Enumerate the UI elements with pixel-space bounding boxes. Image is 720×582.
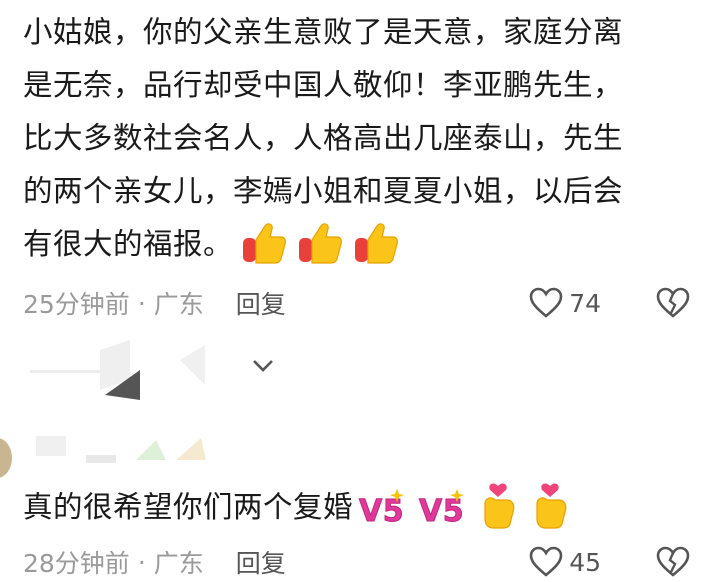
- timestamp: 28分钟前: [23, 549, 130, 578]
- emoji-group: V5 V5: [357, 482, 571, 535]
- separator-dot: ·: [137, 288, 146, 318]
- like-count: 45: [569, 547, 601, 577]
- heart-icon: [529, 546, 563, 577]
- thumbs-up-icon: [298, 222, 342, 264]
- chevron-down-icon[interactable]: [250, 356, 276, 376]
- location: 广东: [153, 290, 204, 319]
- reply-button[interactable]: 回复: [236, 544, 286, 580]
- separator-dot: ·: [137, 547, 146, 577]
- broken-heart-icon[interactable]: [656, 546, 690, 578]
- avatar[interactable]: [0, 438, 12, 478]
- comment-line-text: 有很大的福报。: [23, 227, 234, 261]
- like-button[interactable]: 74: [529, 287, 601, 319]
- comment-line: 比大多数社会名人，人格高出几座泰山，先生: [23, 121, 624, 155]
- comment-meta: 28分钟前 · 广东 回复 45: [23, 542, 706, 582]
- broken-heart-icon[interactable]: [656, 287, 690, 319]
- like-count: 74: [569, 288, 601, 318]
- emoji-group: [241, 219, 399, 272]
- comment-text: 小姑娘，你的父亲生意败了是天意，家庭分离 是无奈，品行却受中国人敬仰！李亚鹏先生…: [23, 6, 702, 271]
- thumbs-up-icon: [243, 222, 286, 264]
- comment-line: 小姑娘，你的父亲生意败了是天意，家庭分离: [23, 15, 624, 49]
- comment-text: 真的很希望你们两个复婚 V5 V5: [23, 481, 702, 534]
- timestamp: 25分钟前: [23, 290, 130, 319]
- comment-line-last: 真的很希望你们两个复婚 V5 V5: [23, 481, 702, 534]
- comment-line-last: 有很大的福报。: [23, 218, 702, 271]
- location: 广东: [153, 549, 204, 578]
- comment-meta: 25分钟前 · 广东 回复 74: [23, 283, 706, 323]
- comment-line: 的两个亲女儿，李嫣小姐和夏夏小姐，以后会: [23, 174, 624, 208]
- reply-button[interactable]: 回复: [236, 285, 286, 321]
- blurred-username: [36, 436, 206, 463]
- like-button[interactable]: 45: [529, 546, 601, 578]
- v5-sticker-icon: V5: [359, 488, 404, 529]
- thumbs-up-icon: [354, 222, 398, 264]
- finger-heart-icon: [484, 482, 515, 529]
- finger-heart-icon: [536, 482, 567, 529]
- comment-line: 是无奈，品行却受中国人敬仰！李亚鹏先生，: [23, 68, 624, 102]
- heart-icon: [529, 287, 563, 318]
- comment-line-text: 真的很希望你们两个复婚: [23, 490, 354, 524]
- v5-sticker-icon: V5: [418, 488, 464, 529]
